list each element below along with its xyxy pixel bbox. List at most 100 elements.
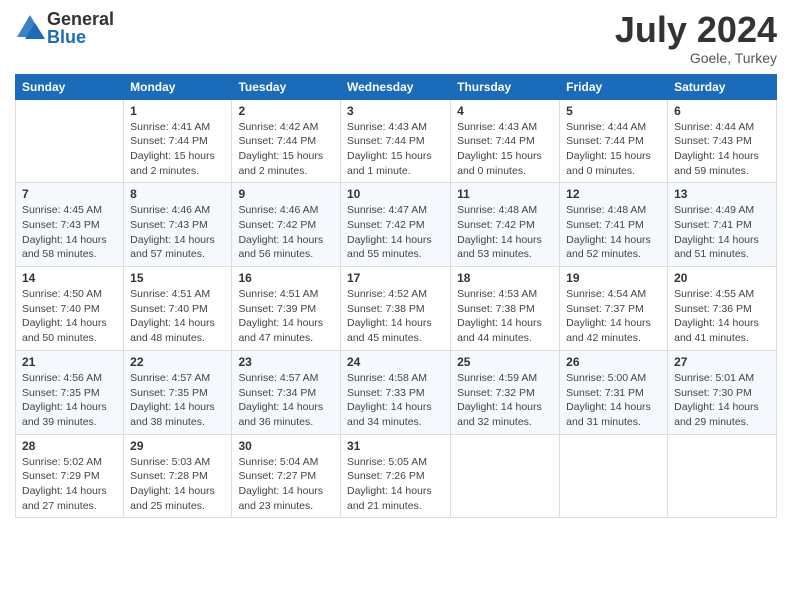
table-row: 11Sunrise: 4:48 AMSunset: 7:42 PMDayligh… — [451, 183, 560, 267]
day-number: 10 — [347, 187, 444, 201]
day-number: 20 — [674, 271, 770, 285]
logo-general-text: General — [47, 10, 114, 28]
calendar-week-row: 14Sunrise: 4:50 AMSunset: 7:40 PMDayligh… — [16, 267, 777, 351]
day-info: Sunrise: 5:02 AMSunset: 7:29 PMDaylight:… — [22, 455, 117, 514]
day-number: 24 — [347, 355, 444, 369]
col-wednesday: Wednesday — [340, 74, 450, 99]
calendar-week-row: 28Sunrise: 5:02 AMSunset: 7:29 PMDayligh… — [16, 434, 777, 518]
table-row: 27 Sunrise: 5:01 AMSunset: 7:30 PMDayligh… — [668, 350, 777, 434]
day-info: Sunrise: 4:56 AMSunset: 7:35 PMDaylight:… — [22, 371, 117, 430]
day-info: Sunrise: 4:57 AMSunset: 7:34 PMDaylight:… — [238, 371, 334, 430]
location-subtitle: Goele, Turkey — [615, 50, 777, 66]
col-sunday: Sunday — [16, 74, 124, 99]
logo-icon — [15, 13, 45, 43]
table-row: 28Sunrise: 5:02 AMSunset: 7:29 PMDayligh… — [16, 434, 124, 518]
day-info: Sunrise: 5:04 AMSunset: 7:27 PMDaylight:… — [238, 455, 334, 514]
table-row: 22 Sunrise: 4:57 AMSunset: 7:35 PMDayligh… — [124, 350, 232, 434]
col-tuesday: Tuesday — [232, 74, 341, 99]
day-info: Sunrise: 4:49 AMSunset: 7:41 PMDaylight:… — [674, 203, 770, 262]
table-row: 12 Sunrise: 4:48 AMSunset: 7:41 PMDayligh… — [560, 183, 668, 267]
table-row: 8Sunrise: 4:46 AMSunset: 7:43 PMDaylight… — [124, 183, 232, 267]
table-row — [560, 434, 668, 518]
day-number: 25 — [457, 355, 553, 369]
table-row: 26Sunrise: 5:00 AMSunset: 7:31 PMDayligh… — [560, 350, 668, 434]
table-row: 14Sunrise: 4:50 AMSunset: 7:40 PMDayligh… — [16, 267, 124, 351]
table-row: 6 Sunrise: 4:44 AMSunset: 7:43 PMDaylight… — [668, 99, 777, 183]
table-row: 10 Sunrise: 4:47 AMSunset: 7:42 PMDayligh… — [340, 183, 450, 267]
table-row: 16 Sunrise: 4:51 AMSunset: 7:39 PMDayligh… — [232, 267, 341, 351]
table-row: 24 Sunrise: 4:58 AMSunset: 7:33 PMDayligh… — [340, 350, 450, 434]
day-number: 1 — [130, 104, 225, 118]
header: General Blue July 2024 Goele, Turkey — [15, 10, 777, 66]
table-row: 5 Sunrise: 4:44 AMSunset: 7:44 PMDaylight… — [560, 99, 668, 183]
table-row: 20 Sunrise: 4:55 AMSunset: 7:36 PMDayligh… — [668, 267, 777, 351]
calendar-week-row: 1 Sunrise: 4:41 AMSunset: 7:44 PMDaylight… — [16, 99, 777, 183]
day-number: 11 — [457, 187, 553, 201]
table-row — [16, 99, 124, 183]
table-row: 9Sunrise: 4:46 AMSunset: 7:42 PMDaylight… — [232, 183, 341, 267]
day-number: 2 — [238, 104, 334, 118]
day-number: 7 — [22, 187, 117, 201]
day-number: 19 — [566, 271, 661, 285]
table-row: 4Sunrise: 4:43 AMSunset: 7:44 PMDaylight… — [451, 99, 560, 183]
day-info: Sunrise: 4:44 AMSunset: 7:43 PMDaylight:… — [674, 120, 770, 179]
day-info: Sunrise: 4:53 AMSunset: 7:38 PMDaylight:… — [457, 287, 553, 346]
day-info: Sunrise: 4:42 AMSunset: 7:44 PMDaylight:… — [238, 120, 334, 179]
day-info: Sunrise: 4:44 AMSunset: 7:44 PMDaylight:… — [566, 120, 661, 179]
day-number: 16 — [238, 271, 334, 285]
day-info: Sunrise: 4:43 AMSunset: 7:44 PMDaylight:… — [347, 120, 444, 179]
day-info: Sunrise: 4:51 AMSunset: 7:39 PMDaylight:… — [238, 287, 334, 346]
table-row: 23Sunrise: 4:57 AMSunset: 7:34 PMDayligh… — [232, 350, 341, 434]
day-number: 21 — [22, 355, 117, 369]
day-info: Sunrise: 4:55 AMSunset: 7:36 PMDaylight:… — [674, 287, 770, 346]
day-number: 15 — [130, 271, 225, 285]
table-row — [668, 434, 777, 518]
day-number: 5 — [566, 104, 661, 118]
table-row: 15 Sunrise: 4:51 AMSunset: 7:40 PMDayligh… — [124, 267, 232, 351]
table-row: 31Sunrise: 5:05 AMSunset: 7:26 PMDayligh… — [340, 434, 450, 518]
day-number: 30 — [238, 439, 334, 453]
table-row: 1 Sunrise: 4:41 AMSunset: 7:44 PMDaylight… — [124, 99, 232, 183]
table-row: 21 Sunrise: 4:56 AMSunset: 7:35 PMDayligh… — [16, 350, 124, 434]
day-number: 22 — [130, 355, 225, 369]
day-info: Sunrise: 5:03 AMSunset: 7:28 PMDaylight:… — [130, 455, 225, 514]
table-row: 30 Sunrise: 5:04 AMSunset: 7:27 PMDayligh… — [232, 434, 341, 518]
col-saturday: Saturday — [668, 74, 777, 99]
day-info: Sunrise: 4:46 AMSunset: 7:42 PMDaylight:… — [238, 203, 334, 262]
table-row — [451, 434, 560, 518]
day-info: Sunrise: 4:45 AMSunset: 7:43 PMDaylight:… — [22, 203, 117, 262]
page: General Blue July 2024 Goele, Turkey Sun… — [0, 0, 792, 612]
day-info: Sunrise: 4:54 AMSunset: 7:37 PMDaylight:… — [566, 287, 661, 346]
day-number: 12 — [566, 187, 661, 201]
table-row: 19 Sunrise: 4:54 AMSunset: 7:37 PMDayligh… — [560, 267, 668, 351]
logo-text: General Blue — [47, 10, 114, 46]
day-info: Sunrise: 4:52 AMSunset: 7:38 PMDaylight:… — [347, 287, 444, 346]
day-info: Sunrise: 4:59 AMSunset: 7:32 PMDaylight:… — [457, 371, 553, 430]
day-number: 27 — [674, 355, 770, 369]
table-row: 7 Sunrise: 4:45 AMSunset: 7:43 PMDaylight… — [16, 183, 124, 267]
col-friday: Friday — [560, 74, 668, 99]
table-row: 25 Sunrise: 4:59 AMSunset: 7:32 PMDayligh… — [451, 350, 560, 434]
day-info: Sunrise: 5:05 AMSunset: 7:26 PMDaylight:… — [347, 455, 444, 514]
day-info: Sunrise: 4:48 AMSunset: 7:41 PMDaylight:… — [566, 203, 661, 262]
calendar-table: Sunday Monday Tuesday Wednesday Thursday… — [15, 74, 777, 519]
calendar-header-row: Sunday Monday Tuesday Wednesday Thursday… — [16, 74, 777, 99]
day-info: Sunrise: 4:46 AMSunset: 7:43 PMDaylight:… — [130, 203, 225, 262]
table-row: 29 Sunrise: 5:03 AMSunset: 7:28 PMDayligh… — [124, 434, 232, 518]
day-info: Sunrise: 4:51 AMSunset: 7:40 PMDaylight:… — [130, 287, 225, 346]
day-number: 13 — [674, 187, 770, 201]
table-row: 3Sunrise: 4:43 AMSunset: 7:44 PMDaylight… — [340, 99, 450, 183]
logo: General Blue — [15, 10, 114, 46]
logo-blue-text: Blue — [47, 28, 114, 46]
day-info: Sunrise: 5:01 AMSunset: 7:30 PMDaylight:… — [674, 371, 770, 430]
table-row: 13 Sunrise: 4:49 AMSunset: 7:41 PMDayligh… — [668, 183, 777, 267]
day-number: 29 — [130, 439, 225, 453]
day-number: 6 — [674, 104, 770, 118]
day-info: Sunrise: 4:41 AMSunset: 7:44 PMDaylight:… — [130, 120, 225, 179]
col-thursday: Thursday — [451, 74, 560, 99]
day-info: Sunrise: 4:57 AMSunset: 7:35 PMDaylight:… — [130, 371, 225, 430]
day-info: Sunrise: 4:47 AMSunset: 7:42 PMDaylight:… — [347, 203, 444, 262]
day-info: Sunrise: 5:00 AMSunset: 7:31 PMDaylight:… — [566, 371, 661, 430]
title-area: July 2024 Goele, Turkey — [615, 10, 777, 66]
day-info: Sunrise: 4:58 AMSunset: 7:33 PMDaylight:… — [347, 371, 444, 430]
